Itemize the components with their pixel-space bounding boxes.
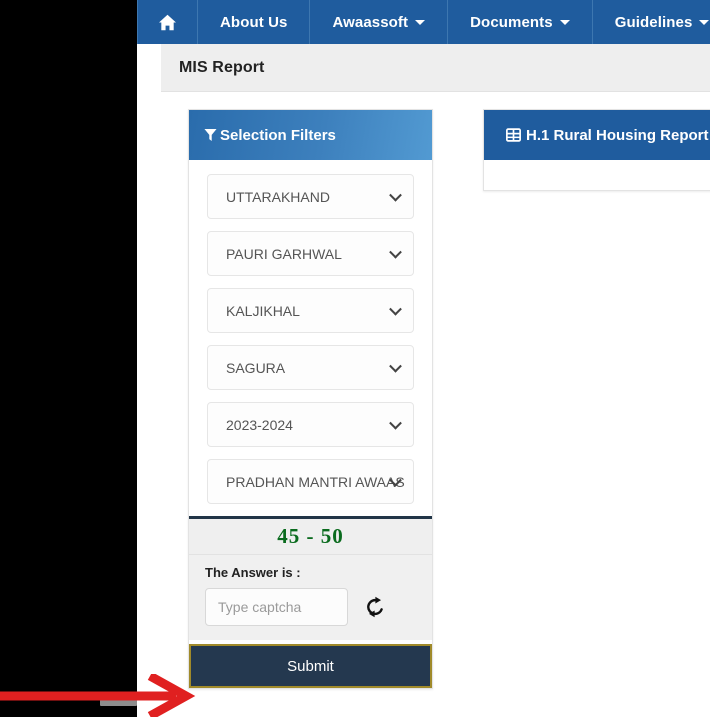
financial-year-select[interactable]: 2023-2024 xyxy=(207,402,414,447)
refresh-icon[interactable] xyxy=(364,596,386,618)
panchayat-select[interactable]: SAGURA xyxy=(207,345,414,390)
captcha-challenge-image: 45 - 50 xyxy=(189,519,432,555)
nav-item-about-us[interactable]: About Us xyxy=(198,0,311,44)
block-select[interactable]: KALJIKHAL xyxy=(207,288,414,333)
table-grid-icon xyxy=(506,128,521,142)
chevron-down-icon xyxy=(699,19,710,25)
district-select[interactable]: PAURI GARHWAL xyxy=(207,231,414,276)
rural-housing-report-panel: H.1 Rural Housing Report xyxy=(483,109,710,191)
horizontal-scrollbar-thumb[interactable] xyxy=(100,697,137,706)
captcha-input[interactable] xyxy=(205,588,348,626)
page-title: MIS Report xyxy=(179,58,265,76)
nav-label-awaassoft: Awaassoft xyxy=(332,13,409,31)
district-select-wrapper: PAURI GARHWAL xyxy=(207,231,414,276)
selection-filters-body: UTTARAKHAND PAURI GARHWAL KALJIKHAL SAGU… xyxy=(189,160,432,688)
main-content: Selection Filters UTTARAKHAND PAURI GARH… xyxy=(161,92,710,717)
nav-item-awaassoft[interactable]: Awaassoft xyxy=(310,0,449,44)
captcha-block: 45 - 50 The Answer is : xyxy=(189,516,432,640)
state-select-wrapper: UTTARAKHAND xyxy=(207,174,414,219)
main-navigation-bar: About Us Awaassoft Documents Guidelines xyxy=(137,0,710,44)
nav-item-documents[interactable]: Documents xyxy=(448,0,593,44)
rural-housing-report-body xyxy=(484,160,710,190)
selection-filters-header: Selection Filters xyxy=(189,110,432,160)
chevron-down-icon xyxy=(559,19,570,25)
nav-item-guidelines[interactable]: Guidelines xyxy=(593,0,710,44)
nav-item-home[interactable] xyxy=(138,0,198,44)
funnel-icon xyxy=(204,128,217,142)
screenshot-root: About Us Awaassoft Documents Guidelines … xyxy=(0,0,710,717)
chevron-down-icon xyxy=(415,19,426,25)
selection-filters-title: Selection Filters xyxy=(220,126,336,144)
scheme-select[interactable]: PRADHAN MANTRI AWAAS xyxy=(207,459,414,504)
black-left-gutter xyxy=(0,0,137,717)
financial-year-select-wrapper: 2023-2024 xyxy=(207,402,414,447)
rural-housing-report-header: H.1 Rural Housing Report xyxy=(484,110,710,160)
browser-page: About Us Awaassoft Documents Guidelines … xyxy=(137,0,710,717)
captcha-label: The Answer is : xyxy=(205,565,301,580)
nav-label-guidelines: Guidelines xyxy=(614,13,693,31)
captcha-form: The Answer is : xyxy=(189,555,432,640)
panchayat-select-wrapper: SAGURA xyxy=(207,345,414,390)
breadcrumb: MIS Report xyxy=(161,44,710,92)
submit-button[interactable]: Submit xyxy=(189,644,432,688)
state-select[interactable]: UTTARAKHAND xyxy=(207,174,414,219)
home-icon xyxy=(158,14,177,31)
rural-housing-report-title: H.1 Rural Housing Report xyxy=(526,126,709,144)
nav-label-documents: Documents xyxy=(470,13,553,31)
nav-label-about-us: About Us xyxy=(220,13,288,31)
scheme-select-wrapper: PRADHAN MANTRI AWAAS xyxy=(207,459,414,504)
block-select-wrapper: KALJIKHAL xyxy=(207,288,414,333)
captcha-input-row xyxy=(205,588,416,626)
selection-filters-panel: Selection Filters UTTARAKHAND PAURI GARH… xyxy=(188,109,433,689)
